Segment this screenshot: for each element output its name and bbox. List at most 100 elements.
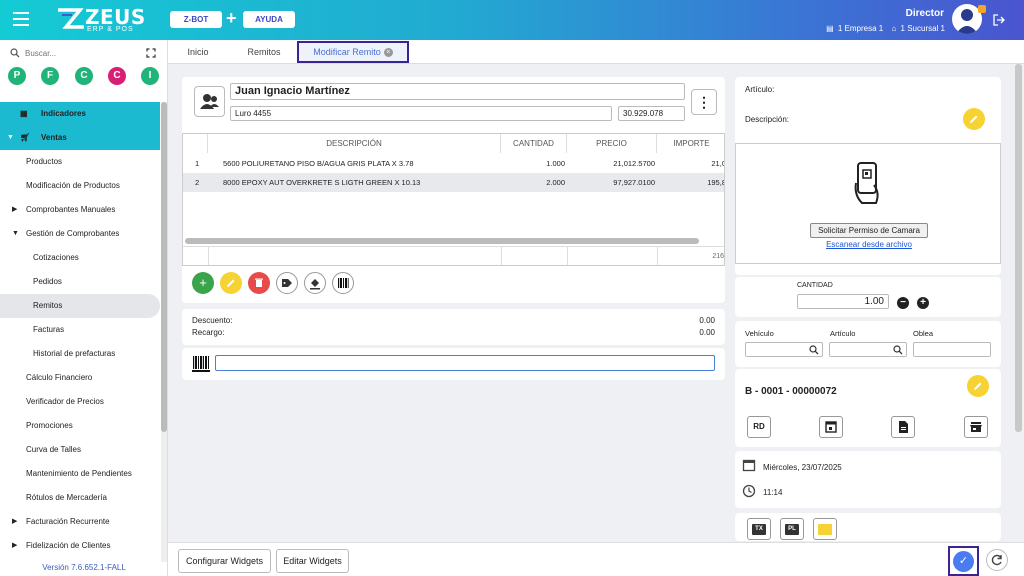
- money-button[interactable]: [813, 518, 837, 540]
- tab-modificar-remito[interactable]: Modificar Remito ×: [297, 41, 409, 63]
- menu-icon[interactable]: [13, 12, 29, 26]
- sidebar-item-rotulos-mercaderia[interactable]: Rótulos de Mercadería: [0, 486, 160, 510]
- zeus-logo[interactable]: ZEUS ERP & POS: [56, 5, 145, 35]
- edit-item-button[interactable]: [220, 272, 242, 294]
- sidebar-item-gestion-comprobantes[interactable]: ▼ Gestión de Comprobantes: [0, 222, 160, 246]
- store-button[interactable]: [964, 416, 988, 438]
- sidebar-item-label: Fidelización de Clientes: [26, 541, 111, 550]
- oblea-input[interactable]: [913, 342, 991, 357]
- client-address-field[interactable]: Luro 4455: [230, 106, 612, 121]
- column-header-cantidad[interactable]: CANTIDAD: [501, 134, 567, 153]
- calendar-icon: [825, 421, 837, 433]
- sidebar-item-label: Modificación de Productos: [26, 181, 120, 190]
- column-header-importe[interactable]: IMPORTE: [657, 134, 724, 153]
- search-icon[interactable]: [809, 345, 819, 355]
- sidebar-item-label: Promociones: [26, 421, 73, 430]
- increment-button[interactable]: +: [917, 297, 929, 309]
- search-icon[interactable]: [893, 345, 903, 355]
- zbot-button[interactable]: Z-BOT: [170, 11, 222, 28]
- sidebar-item-facturacion-recurrente[interactable]: ▶ Facturación Recurrente: [0, 510, 160, 534]
- sidebar-item-ventas[interactable]: ▼ 🛒︎ Ventas: [0, 126, 160, 150]
- sidebar-item-verificador-precios[interactable]: Verificador de Precios: [0, 390, 160, 414]
- column-header-descripcion[interactable]: DESCRIPCIÓN: [208, 134, 501, 153]
- calendar-button[interactable]: [819, 416, 843, 438]
- sidebar-item-mantenimiento-pendientes[interactable]: Mantenimiento de Pendientes: [0, 462, 160, 486]
- client-name-field[interactable]: Juan Ignacio Martínez: [230, 83, 685, 100]
- sidebar-item-facturas[interactable]: Facturas: [0, 318, 160, 342]
- main-scrollbar-thumb[interactable]: [1015, 64, 1022, 432]
- sucursal-label[interactable]: 1 Sucursal 1: [901, 24, 945, 33]
- expand-icon[interactable]: [146, 48, 156, 58]
- quick-c-button[interactable]: C: [75, 67, 93, 85]
- sidebar-item-label: Productos: [26, 157, 63, 166]
- sidebar-item-label: Facturas: [33, 325, 65, 334]
- sidebar-item-modificacion-productos[interactable]: Modificación de Productos: [0, 174, 160, 198]
- sidebar-item-promociones[interactable]: Promociones: [0, 414, 160, 438]
- request-camera-button[interactable]: Solicitar Permiso de Camara: [810, 223, 928, 238]
- sidebar-item-label: Cálculo Financiero: [26, 373, 93, 382]
- sidebar-item-fidelizacion-clientes[interactable]: ▶ Fidelización de Clientes: [0, 534, 160, 558]
- row-number: 1: [195, 159, 200, 168]
- tag-button[interactable]: [276, 272, 298, 294]
- decrement-button[interactable]: −: [897, 297, 909, 309]
- sidebar-item-productos[interactable]: Productos: [0, 150, 160, 174]
- empresa-label[interactable]: 1 Empresa 1: [838, 24, 883, 33]
- sidebar-item-calculo-financiero[interactable]: Cálculo Financiero: [0, 366, 160, 390]
- sidebar-item-remitos[interactable]: Remitos: [0, 294, 160, 318]
- quantity-card: CANTIDAD 1.00 − +: [735, 277, 1001, 317]
- vehiculo-input[interactable]: [745, 342, 823, 357]
- ayuda-button[interactable]: AYUDA: [243, 11, 295, 28]
- confirm-button[interactable]: ✓: [948, 546, 979, 576]
- bottom-bar: Configurar Widgets Editar Widgets ✓: [168, 542, 1024, 576]
- rd-button[interactable]: RD: [747, 416, 771, 438]
- document-button[interactable]: [891, 416, 915, 438]
- quick-p-button[interactable]: P: [8, 67, 26, 85]
- vehicle-card: Vehículo Artículo Oblea: [735, 321, 1001, 367]
- quantity-input[interactable]: 1.00: [797, 294, 889, 309]
- sidebar-item-curva-talles[interactable]: Curva de Talles: [0, 438, 160, 462]
- search-input[interactable]: [25, 46, 125, 60]
- refresh-button[interactable]: [986, 549, 1008, 571]
- sidebar-scrollbar-thumb[interactable]: [161, 102, 167, 432]
- row-quantity: 2.000: [546, 178, 565, 187]
- scan-from-file-link[interactable]: Escanear desde archivo: [736, 240, 1002, 249]
- tab-remitos[interactable]: Remitos: [236, 40, 292, 64]
- articulo-search-input[interactable]: [829, 342, 907, 357]
- pl-button[interactable]: PL: [780, 518, 804, 540]
- edit-article-button[interactable]: [963, 108, 985, 130]
- barcode-button[interactable]: [332, 272, 354, 294]
- close-tab-icon[interactable]: ×: [383, 48, 393, 58]
- table-horizontal-scrollbar[interactable]: [185, 238, 699, 244]
- row-amount: 21,0: [711, 159, 725, 168]
- client-icon-button[interactable]: [194, 86, 225, 117]
- zeus-logo-mark: [58, 8, 84, 29]
- trash-icon: [255, 278, 263, 287]
- edit-voucher-button[interactable]: [967, 375, 989, 397]
- barcode-input[interactable]: [215, 355, 715, 371]
- articulo-label: Artículo:: [745, 85, 775, 94]
- delete-item-button[interactable]: [248, 272, 270, 294]
- fill-button[interactable]: [304, 272, 326, 294]
- table-row[interactable]: 1 5600 POLIURETANO PISO B/AGUA GRIS PLAT…: [183, 154, 725, 173]
- sidebar-item-cotizaciones[interactable]: Cotizaciones: [0, 246, 160, 270]
- store-icon: [970, 422, 982, 432]
- client-doc-field[interactable]: 30.929.078: [618, 106, 685, 121]
- add-item-button[interactable]: +: [192, 272, 214, 294]
- sidebar-item-comprobantes-manuales[interactable]: ▶ Comprobantes Manuales: [0, 198, 160, 222]
- table-row[interactable]: 2 8000 EPOXY AUT OVERKRETE S LIGTH GREEN…: [183, 173, 724, 192]
- sidebar-item-indicadores[interactable]: ▦ Indicadores: [0, 102, 160, 126]
- table-footer: 216,: [183, 246, 724, 265]
- caret-down-icon: ▼: [12, 230, 19, 237]
- editar-widgets-button[interactable]: Editar Widgets: [276, 549, 349, 573]
- tab-inicio[interactable]: Inicio: [176, 40, 220, 64]
- configurar-widgets-button[interactable]: Configurar Widgets: [178, 549, 271, 573]
- more-options-button[interactable]: ⋮: [691, 89, 717, 115]
- tx-button[interactable]: TX: [747, 518, 771, 540]
- quick-i-button[interactable]: I: [141, 67, 159, 85]
- logout-icon[interactable]: [993, 14, 1005, 26]
- column-header-precio[interactable]: PRECIO: [567, 134, 657, 153]
- sidebar-item-historial-prefacturas[interactable]: Historial de prefacturas: [0, 342, 160, 366]
- quick-f-button[interactable]: F: [41, 67, 59, 85]
- sidebar-item-pedidos[interactable]: Pedidos: [0, 270, 160, 294]
- quick-c2-button[interactable]: C: [108, 67, 126, 85]
